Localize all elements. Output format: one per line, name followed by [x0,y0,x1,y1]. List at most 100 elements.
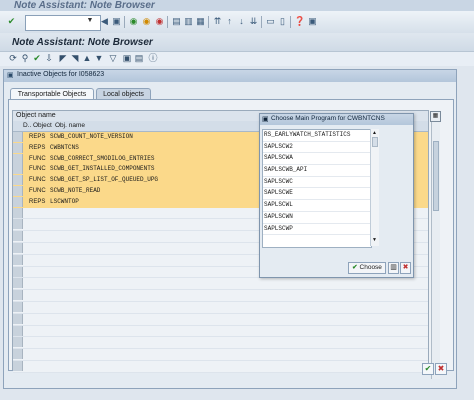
dialog-title: Inactive Objects for I058623 [17,71,105,78]
row-selector[interactable] [13,278,23,289]
chevron-down-icon[interactable]: ▼ [85,15,95,27]
row-selector[interactable] [13,337,23,348]
enter-icon[interactable]: ✔ [6,16,17,27]
scrollbar-thumb[interactable] [372,137,378,147]
transport-icon[interactable]: ▤ [134,53,144,64]
down-icon[interactable]: ▼ [94,53,104,64]
object-type-cell: REPS [29,144,46,151]
last-page-icon[interactable]: ⇊ [248,16,259,27]
layout-icon[interactable]: ▣ [307,16,318,27]
list-item[interactable]: RS_EARLYWATCH_STATISTICS [263,130,371,142]
column-header-d[interactable]: D.. [23,121,31,131]
scrollbar-thumb[interactable] [433,141,439,211]
list-item[interactable]: SAPLSCWP [263,224,371,236]
multi-select-icon[interactable]: ▥ [388,262,399,274]
choose-button[interactable]: ✔ Choose [348,262,386,274]
list-item[interactable]: SAPLSCWC [263,177,371,189]
cancel-icon[interactable]: ◉ [141,16,152,27]
row-selector[interactable] [13,360,23,371]
object-name-cell: LSCWNTOP [50,197,79,205]
stop-icon[interactable]: ◉ [154,16,165,27]
first-page-icon[interactable]: ⇈ [212,16,223,27]
row-selector[interactable] [13,242,23,253]
dialog-title-bar: ▣ Inactive Objects for I058623 [4,70,456,82]
confirm-button[interactable]: ✔ [422,363,434,375]
dialog-icon: ▣ [7,72,14,79]
row-selector[interactable] [13,175,23,186]
row-selector[interactable] [13,196,23,207]
save-icon[interactable]: ▣ [111,16,122,27]
display-icon[interactable]: ▣ [122,53,132,64]
new-session-icon[interactable]: ▭ [265,16,276,27]
up-icon[interactable]: ▲ [82,53,92,64]
row-selector[interactable] [13,153,23,164]
find-icon[interactable]: ⚲ [20,53,30,64]
list-item[interactable]: SAPLSCWL [263,200,371,212]
back-icon[interactable]: ◀ [99,16,110,27]
cancel-button[interactable]: ✖ [435,363,447,375]
list-item[interactable]: SAPLSCWN [263,212,371,224]
popup-title: Choose Main Program for CWBNTCNS [271,115,385,122]
row-selector[interactable] [13,164,23,175]
row-selector[interactable] [13,313,23,324]
scroll-up-icon[interactable]: ▲ [372,130,377,136]
scroll-down-icon[interactable]: ▼ [372,237,377,243]
window-title-bar: Note Assistant: Note Browser [0,0,474,11]
cancel-icon[interactable]: ✖ [400,262,411,274]
find-next-icon[interactable]: ▦ [195,16,206,27]
row-selector[interactable] [13,132,23,142]
list-item[interactable]: SAPLSCWB_API [263,165,371,177]
row-selector[interactable] [13,142,23,153]
toolbar-divider [167,16,168,28]
help-icon[interactable]: ❓ [294,16,305,27]
shortcut-icon[interactable]: ▯ [277,16,288,27]
object-type-cell: FUNC [29,155,46,162]
check-icon: ✔ [352,264,358,271]
list-item[interactable]: SAPLSCWA [263,153,371,166]
list-scrollbar[interactable]: ▲ ▼ [370,129,379,246]
info-icon[interactable]: ⓘ [148,53,158,64]
object-name-cell: SCWB_GET_INSTALLED_COMPONENTS [50,165,155,173]
row-selector[interactable] [13,185,23,196]
toolbar-divider [124,16,125,28]
row-selector[interactable] [13,325,23,336]
refresh-icon[interactable]: ⟳ [8,53,18,64]
list-item[interactable]: SAPLSCW2 [263,142,371,154]
list-item[interactable]: SAPLSCWE [263,188,371,201]
object-name-cell: SCWB_GET_SP_LIST_OF_QUEUED_UPG [50,176,159,184]
object-type-cell: REPS [29,198,46,205]
next-page-icon[interactable]: ↓ [236,16,247,27]
row-selector[interactable] [13,254,23,265]
app-toolbar: ⟳ ⚲ ✔ ⇩ ◤ ◥ ▲ ▼ ▽ ▣ ▤ ⓘ [0,52,474,66]
toolbar-divider [261,16,262,28]
grid-scrollbar[interactable] [431,121,440,379]
toolbar-divider [208,16,209,28]
prev-page-icon[interactable]: ↑ [224,16,235,27]
filter-funnel-icon[interactable]: ▽ [108,53,118,64]
object-type-cell: FUNC [29,166,46,173]
object-name-cell: CWBNTCNS [50,143,79,151]
exit-icon[interactable]: ◉ [128,16,139,27]
print-icon[interactable]: ▤ [171,16,182,27]
check-icon[interactable]: ✔ [32,53,42,64]
find-icon[interactable]: ▥ [183,16,194,27]
sort-asc-icon[interactable]: ◤ [58,53,68,64]
object-type-cell: FUNC [29,187,46,194]
row-selector[interactable] [13,301,23,312]
sort-desc-icon[interactable]: ◥ [70,53,80,64]
program-list: RS_EARLYWATCH_STATISTICS SAPLSCW2 SAPLSC… [262,129,372,248]
choose-button-label: Choose [359,264,382,271]
row-selector[interactable] [13,290,23,301]
column-header-object[interactable]: Object [33,121,52,131]
column-header-obj-name[interactable]: Obj. name [55,121,85,131]
row-selector[interactable] [13,231,23,242]
row-selector[interactable] [13,349,23,360]
column-settings-icon[interactable]: ▦ [430,111,441,122]
row-selector[interactable] [13,266,23,277]
empty-row [13,301,428,314]
empty-row [13,278,428,291]
download-icon[interactable]: ⇩ [44,53,54,64]
row-selector[interactable] [13,207,23,218]
empty-row [13,337,428,350]
row-selector[interactable] [13,219,23,230]
